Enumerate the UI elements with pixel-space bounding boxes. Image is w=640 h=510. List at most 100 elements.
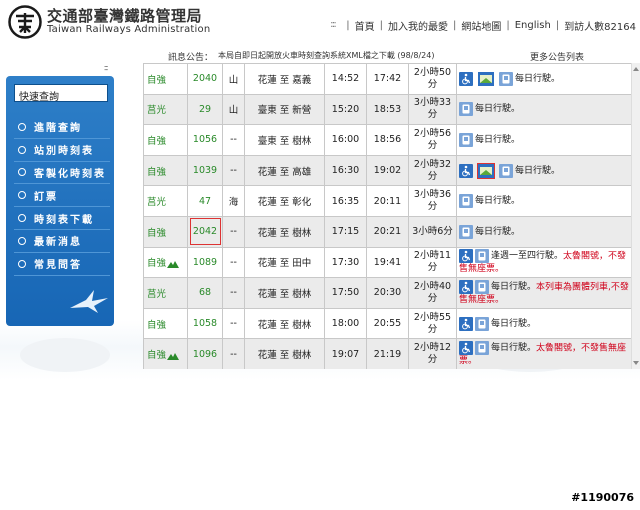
mountain-icon [167, 352, 180, 360]
table-row[interactable]: 莒光 68 -- 花蓮 至 樹林 17:50 20:30 2小時40分 每日行駛。本列車為團體… [143, 277, 631, 309]
wheelchair-icon [459, 341, 473, 356]
travel-duration: 3小時36分 [408, 185, 457, 217]
nav-favorite-link[interactable]: 加入我的最愛 [388, 18, 448, 33]
quick-search-box[interactable]: 快速查詢 [14, 84, 108, 103]
wheelchair-icon [459, 279, 473, 294]
train-number-link[interactable]: 1089 [187, 246, 223, 279]
scroll-up-icon[interactable] [633, 67, 639, 71]
table-row[interactable]: 自強 1058 -- 花蓮 至 樹林 18:00 20:55 2小時55分 每日行駛。 [143, 307, 631, 340]
table-row[interactable]: 自強 2042 -- 花蓮 至 樹林 17:15 20:21 3小時6分 每日行駛。 [143, 215, 631, 248]
train-number-link[interactable]: 47 [187, 185, 223, 217]
tra-logo-icon[interactable] [8, 5, 42, 39]
sidebar-item-advanced-search[interactable]: 進階查詢 [14, 116, 110, 139]
sidebar-menu: 進階查詢 站別時刻表 客製化時刻表 訂票 時刻表下載 最新消息 常見問答 [14, 116, 110, 276]
note-cell: 每日行駛。 [456, 215, 631, 248]
image-id-watermark: #1190076 [571, 491, 634, 504]
train-number-link[interactable]: 68 [187, 277, 223, 309]
sidebar: 快速查詢 進階查詢 站別時刻表 客製化時刻表 訂票 時刻表下載 最新消息 常見問… [6, 76, 114, 326]
bicycle-icon [499, 163, 513, 178]
train-type: 自強 [143, 63, 188, 95]
circle-bullet-icon [18, 145, 26, 154]
note-text: 每日行駛。 [515, 73, 561, 84]
arrival-time: 19:41 [366, 246, 409, 279]
travel-duration: 2小時50分 [408, 63, 457, 95]
train-number-link[interactable]: 2042 [187, 215, 223, 248]
wheelchair-icon [459, 163, 473, 178]
sidebar-item-news[interactable]: 最新消息 [14, 230, 110, 253]
train-type: 自強 [143, 307, 188, 340]
note-text: 每日行駛。 [475, 226, 521, 237]
departure-time: 17:15 [324, 215, 367, 248]
wheelchair-icon [459, 71, 473, 86]
circle-bullet-icon [18, 122, 26, 131]
route-cell: 花蓮 至 田中 [244, 246, 325, 279]
bicycle-icon [475, 249, 489, 264]
circle-bullet-icon [18, 259, 26, 268]
table-scrollbar[interactable] [631, 63, 640, 369]
sidebar-item-booking[interactable]: 訂票 [14, 184, 110, 208]
note-cell: 每日行駛。 [456, 307, 631, 340]
nav-english-link[interactable]: English [515, 20, 551, 31]
bicycle-icon [499, 71, 513, 86]
train-type: 自強 [143, 154, 188, 187]
note-cell: 每日行駛。 [456, 124, 631, 156]
note-text: 逢週一至四行駛。 [491, 251, 564, 262]
bento-icon [475, 69, 497, 89]
departure-time: 16:00 [324, 124, 367, 156]
nav-home-link[interactable]: 首頁 [355, 18, 375, 33]
table-row[interactable]: 自強 2040 山花蓮 至 嘉義 14:52 17:42 2小時50分 每日行駛。 [143, 63, 631, 95]
line-cell: -- [222, 246, 245, 279]
arrival-time: 18:56 [366, 124, 409, 156]
train-type: 莒光 [143, 93, 188, 126]
table-row[interactable]: 莒光 29 山臺東 至 新營 15:20 18:53 3小時33分 每日行駛。 [143, 93, 631, 126]
line-cell: 海 [222, 185, 245, 217]
table-row[interactable]: 莒光 47 海花蓮 至 彰化 16:35 20:11 3小時36分 每日行駛。 [143, 185, 631, 217]
sidebar-item-custom-timetable[interactable]: 客製化時刻表 [14, 162, 110, 185]
departure-time: 18:00 [324, 307, 367, 340]
train-number-link[interactable]: 29 [187, 93, 223, 126]
site-header: 交通部臺灣鐵路管理局 Taiwan Railways Administratio… [0, 0, 640, 48]
note-cell: 每日行駛。本列車為團體列車,不發售無座票。 [456, 277, 631, 309]
nav-sitemap-link[interactable]: 網站地圖 [461, 18, 501, 33]
train-number-link[interactable]: 1058 [187, 307, 223, 340]
table-row[interactable]: 自強 1096 -- 花蓮 至 樹林 19:07 21:19 2小時12分 每日行駛。太魯閣號… [143, 338, 631, 369]
note-cell: 每日行駛。 [456, 185, 631, 217]
route-cell: 花蓮 至 樹林 [244, 338, 325, 369]
table-row[interactable]: 自強 1056 -- 臺東 至 樹林 16:00 18:56 2小時56分 每日行駛。 [143, 124, 631, 156]
train-number-link[interactable]: 2040 [187, 63, 223, 95]
departure-time: 17:50 [324, 277, 367, 309]
more-notice-link[interactable]: 更多公告列表 [530, 50, 584, 63]
route-cell: 花蓮 至 彰化 [244, 185, 325, 217]
train-number-link[interactable]: 1039 [187, 154, 223, 187]
travel-duration: 2小時40分 [408, 277, 457, 309]
table-row[interactable]: 自強 1089 -- 花蓮 至 田中 17:30 19:41 2小時11分 逢週一至四行駛。太… [143, 246, 631, 279]
scroll-down-icon[interactable] [633, 361, 639, 365]
travel-duration: 2小時11分 [408, 246, 457, 279]
departure-time: 19:07 [324, 338, 367, 369]
line-cell: -- [222, 307, 245, 340]
route-cell: 臺東 至 樹林 [244, 124, 325, 156]
bicycle-icon [459, 224, 473, 239]
train-number-link[interactable]: 1096 [187, 338, 223, 369]
notice-link[interactable]: 本局自即日起開放火車時刻查詢系統XML檔之下載 (98/8/24) [218, 50, 434, 61]
bicycle-icon [475, 279, 489, 294]
travel-duration: 2小時56分 [408, 124, 457, 156]
table-row[interactable]: 自強 1039 -- 花蓮 至 高雄 16:30 19:02 2小時32分 每日行駛。 [143, 154, 631, 187]
line-cell: -- [222, 124, 245, 156]
arrival-time: 19:02 [366, 154, 409, 187]
arrival-time: 17:42 [366, 63, 409, 95]
route-cell: 花蓮 至 樹林 [244, 307, 325, 340]
sidebar-item-faq[interactable]: 常見問答 [14, 253, 110, 276]
arrival-time: 20:30 [366, 277, 409, 309]
departure-time: 17:30 [324, 246, 367, 279]
train-number-link[interactable]: 1056 [187, 124, 223, 156]
sidebar-item-station-timetable[interactable]: 站別時刻表 [14, 139, 110, 162]
note-cell: 每日行駛。太魯閣號，不發售無座票。 [456, 338, 631, 369]
wheelchair-icon [459, 249, 473, 264]
travel-duration: 3小時33分 [408, 93, 457, 126]
arrival-time: 21:19 [366, 338, 409, 369]
departure-time: 16:35 [324, 185, 367, 217]
route-cell: 臺東 至 新營 [244, 93, 325, 126]
sidebar-item-timetable-download[interactable]: 時刻表下載 [14, 207, 110, 230]
brand-title: 交通部臺灣鐵路管理局 [47, 7, 203, 25]
